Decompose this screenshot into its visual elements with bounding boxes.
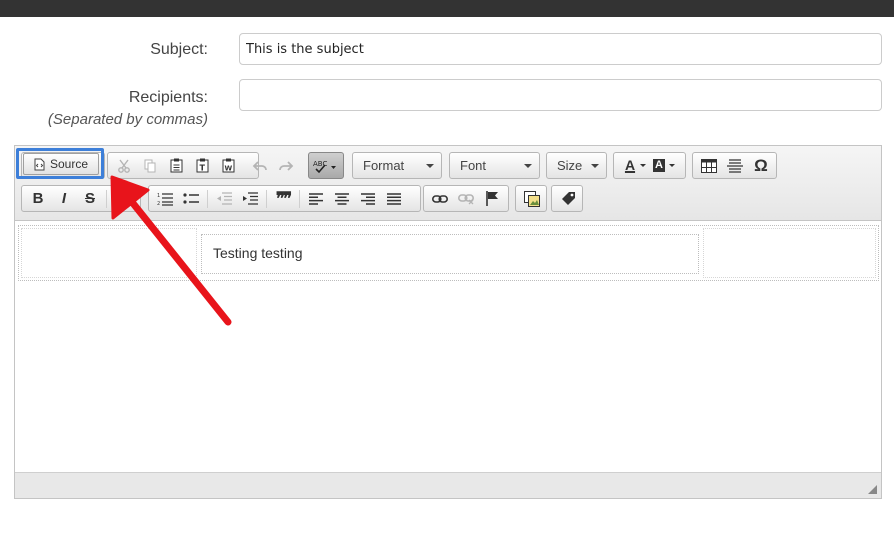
paragraph-group: 12 ❞❞ bbox=[148, 185, 421, 212]
text-color-icon: A bbox=[624, 157, 636, 173]
tag-group bbox=[551, 185, 583, 212]
content-table: Testing testing bbox=[18, 225, 879, 281]
editor-content-area[interactable]: Testing testing bbox=[15, 222, 881, 472]
toolbar-separator bbox=[106, 189, 107, 208]
recipients-hint: (Separated by commas) bbox=[47, 111, 208, 128]
paste-word-icon[interactable]: W bbox=[217, 155, 239, 177]
table-icon[interactable] bbox=[698, 155, 720, 177]
format-dropdown[interactable]: Format bbox=[352, 152, 442, 179]
link-icon[interactable] bbox=[429, 188, 451, 210]
special-char-icon[interactable]: Ω bbox=[750, 155, 772, 177]
clipboard-group: T W bbox=[107, 152, 294, 179]
unlink-icon[interactable] bbox=[455, 188, 477, 210]
strike-button[interactable]: S bbox=[79, 188, 101, 210]
size-dropdown[interactable]: Size bbox=[546, 152, 607, 179]
undo-icon[interactable] bbox=[249, 155, 271, 177]
editor-toolbar: Source T W ABC Format Font Size A A Ω B … bbox=[15, 146, 881, 221]
toolbar-separator bbox=[266, 189, 267, 208]
bold-button[interactable]: B bbox=[27, 188, 49, 210]
insert-group: Ω bbox=[692, 152, 777, 179]
anchor-flag-icon[interactable] bbox=[481, 188, 503, 210]
subject-input[interactable] bbox=[239, 33, 882, 65]
table-cell-center[interactable]: Testing testing bbox=[201, 234, 699, 274]
format-label: Format bbox=[363, 158, 405, 173]
align-left-icon[interactable] bbox=[305, 188, 327, 210]
toolbar-separator bbox=[207, 189, 208, 208]
horizontal-line-icon[interactable] bbox=[724, 155, 746, 177]
blockquote-icon[interactable]: ❞❞ bbox=[272, 188, 294, 210]
svg-text:T: T bbox=[199, 164, 205, 173]
subject-label: Subject: bbox=[150, 41, 208, 58]
redo-icon[interactable] bbox=[275, 155, 297, 177]
cut-icon[interactable] bbox=[113, 155, 135, 177]
tag-icon[interactable] bbox=[557, 188, 579, 210]
toolbar-separator bbox=[299, 189, 300, 208]
resize-handle-icon[interactable] bbox=[868, 485, 877, 494]
font-dropdown[interactable]: Font bbox=[449, 152, 540, 179]
align-right-icon[interactable] bbox=[357, 188, 379, 210]
image-group bbox=[515, 185, 547, 212]
image-icon[interactable] bbox=[521, 188, 543, 210]
bg-color-button[interactable]: A bbox=[648, 155, 670, 177]
indent-icon[interactable] bbox=[239, 188, 261, 210]
editor-status-bar bbox=[15, 472, 881, 498]
numbered-list-icon[interactable]: 12 bbox=[154, 188, 176, 210]
align-center-icon[interactable] bbox=[331, 188, 353, 210]
bg-color-icon: A bbox=[653, 159, 665, 172]
align-justify-icon[interactable] bbox=[383, 188, 405, 210]
paste-icon[interactable] bbox=[165, 155, 187, 177]
italic-button[interactable]: I bbox=[53, 188, 75, 210]
chevron-down-icon bbox=[591, 164, 599, 168]
outdent-icon[interactable] bbox=[213, 188, 235, 210]
svg-text:ABC: ABC bbox=[313, 160, 327, 168]
bulleted-list-icon[interactable] bbox=[180, 188, 202, 210]
svg-text:2: 2 bbox=[157, 201, 160, 206]
recipients-input[interactable] bbox=[239, 79, 882, 111]
font-label: Font bbox=[460, 158, 487, 173]
table-cell-right[interactable] bbox=[703, 228, 876, 278]
links-group bbox=[423, 185, 509, 212]
size-label: Size bbox=[557, 158, 583, 173]
rich-text-editor: Source T W ABC Format Font Size A A Ω B … bbox=[14, 145, 882, 499]
recipients-label: Recipients: bbox=[128, 89, 208, 106]
source-highlight-box bbox=[16, 148, 104, 179]
top-bar bbox=[0, 0, 894, 17]
spellcheck-icon[interactable]: ABC bbox=[312, 155, 338, 177]
chevron-down-icon bbox=[640, 164, 646, 167]
svg-text:1: 1 bbox=[157, 193, 160, 199]
table-cell-left[interactable] bbox=[21, 228, 197, 278]
color-group: A A bbox=[613, 152, 686, 179]
chevron-down-icon bbox=[669, 164, 675, 167]
chevron-down-icon bbox=[426, 164, 434, 168]
chevron-down-icon bbox=[524, 164, 532, 168]
spellcheck-group: ABC bbox=[308, 152, 344, 179]
basic-styles-group: B I S bbox=[21, 185, 141, 212]
text-color-button[interactable]: A bbox=[619, 155, 641, 177]
copy-icon[interactable] bbox=[139, 155, 161, 177]
svg-text:W: W bbox=[224, 165, 232, 173]
paste-text-icon[interactable]: T bbox=[191, 155, 213, 177]
